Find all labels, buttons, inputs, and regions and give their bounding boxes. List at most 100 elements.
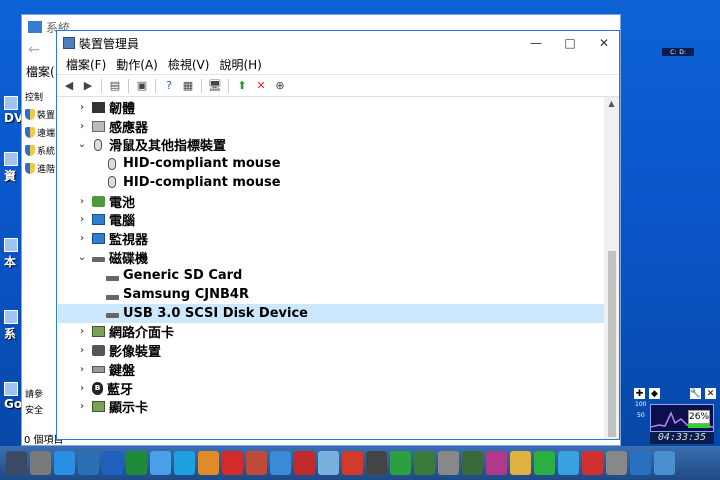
- monitor-scan-icon[interactable]: 🖥: [207, 78, 223, 94]
- settings-icon[interactable]: ◆: [649, 388, 660, 399]
- uninstall-icon[interactable]: ✕: [253, 78, 269, 94]
- device-category[interactable]: › 韌體: [58, 98, 604, 117]
- properties-icon[interactable]: ▤: [107, 78, 123, 94]
- back-arrow-icon[interactable]: ◀: [61, 78, 77, 94]
- sidebar-heading[interactable]: 控制: [22, 87, 58, 105]
- opera-icon[interactable]: [222, 451, 243, 475]
- chevron-right-icon[interactable]: ›: [76, 196, 88, 207]
- device-category[interactable]: ⌄ 滑鼠及其他指標裝置: [58, 135, 604, 154]
- music-icon[interactable]: [390, 451, 411, 475]
- desktop-icon-label: 資: [4, 169, 17, 183]
- system-monitor-gadget[interactable]: ✚ ◆ 🔧 ✕ 100 50 26% 04:33:35: [632, 388, 720, 446]
- menu-file[interactable]: 檔案(F): [61, 56, 111, 73]
- forward-arrow-icon[interactable]: ▶: [80, 78, 96, 94]
- face-icon[interactable]: [510, 451, 531, 475]
- device-category[interactable]: › 電腦: [58, 210, 604, 229]
- details-icon[interactable]: ▣: [134, 78, 150, 94]
- drive-gadget[interactable]: C: D:: [662, 48, 694, 56]
- sidebar-item[interactable]: 遠端: [22, 123, 58, 141]
- ladybug-icon[interactable]: [342, 451, 363, 475]
- wrench-icon[interactable]: 🔧: [690, 388, 701, 399]
- cat-icon[interactable]: [606, 451, 627, 475]
- excel-icon[interactable]: [126, 451, 147, 475]
- flag-icon[interactable]: [582, 451, 603, 475]
- bird-icon[interactable]: [270, 451, 291, 475]
- plus-icon[interactable]: ✚: [634, 388, 645, 399]
- close-button[interactable]: ✕: [587, 31, 621, 55]
- clock-icon[interactable]: [150, 451, 171, 475]
- sidebar-item[interactable]: 進階: [22, 159, 58, 177]
- device-category[interactable]: › 顯示卡: [58, 397, 604, 416]
- chevron-right-icon[interactable]: ›: [76, 345, 88, 356]
- line-icon[interactable]: [534, 451, 555, 475]
- qq-icon[interactable]: [174, 451, 195, 475]
- scroll-up-icon[interactable]: ▲: [604, 99, 619, 108]
- ie-icon[interactable]: [54, 451, 75, 475]
- close-gadget-icon[interactable]: ✕: [705, 388, 716, 399]
- monitor-icon[interactable]: [78, 451, 99, 475]
- news-icon[interactable]: [414, 451, 435, 475]
- device-item[interactable]: USB 3.0 SCSI Disk Device: [58, 303, 604, 323]
- device-item[interactable]: HID-compliant mouse: [58, 154, 604, 173]
- calculator-icon[interactable]: [6, 451, 27, 475]
- chevron-down-icon[interactable]: ⌄: [76, 139, 88, 150]
- menu-view[interactable]: 檢視(V): [163, 56, 215, 73]
- scroll-thumb[interactable]: [608, 251, 616, 437]
- sidebar-item[interactable]: 系統: [22, 141, 58, 159]
- mail-icon[interactable]: [654, 451, 675, 475]
- chevron-right-icon[interactable]: ›: [76, 214, 88, 225]
- device-manager-window[interactable]: 裝置管理員 — □ ✕ 檔案(F) 動作(A) 檢視(V) 說明(H) ◀ ▶ …: [56, 30, 620, 440]
- device-category[interactable]: ⌄ 磁碟機: [58, 248, 604, 267]
- update-driver-icon[interactable]: ⬆: [234, 78, 250, 94]
- desktop-icon-5[interactable]: Go: [4, 382, 22, 411]
- device-category[interactable]: › 影像裝置: [58, 341, 604, 360]
- firefox-icon[interactable]: [198, 451, 219, 475]
- monitor-icon: [92, 232, 105, 244]
- chevron-right-icon[interactable]: ›: [76, 383, 88, 394]
- desktop-icon-3[interactable]: 本: [4, 238, 18, 270]
- chevron-right-icon[interactable]: ›: [76, 121, 88, 132]
- device-category[interactable]: › 電池: [58, 192, 604, 211]
- clock-icon[interactable]: [438, 451, 459, 475]
- device-tree[interactable]: › 韌體 › 感應器 ⌄ 滑鼠及其他指標裝置 HID-compliant mouse HID-…: [58, 97, 604, 439]
- maximize-button[interactable]: □: [553, 31, 587, 55]
- teeth-icon[interactable]: [294, 451, 315, 475]
- security-link[interactable]: 安全: [25, 403, 43, 416]
- help-icon[interactable]: ?: [161, 78, 177, 94]
- menu-help[interactable]: 說明(H): [214, 56, 266, 73]
- view-icon[interactable]: ▦: [180, 78, 196, 94]
- speaker-icon[interactable]: [366, 451, 387, 475]
- play-icon[interactable]: [558, 451, 579, 475]
- minimize-button[interactable]: —: [519, 31, 553, 55]
- chevron-right-icon[interactable]: ›: [76, 401, 88, 412]
- menu-action[interactable]: 動作(A): [111, 56, 163, 73]
- desktop-icon-4[interactable]: 系: [4, 310, 18, 342]
- device-category[interactable]: › 感應器: [58, 117, 604, 136]
- back-arrow-icon[interactable]: ←: [28, 42, 40, 58]
- device-item[interactable]: HID-compliant mouse: [58, 173, 604, 192]
- device-category[interactable]: › 鍵盤: [58, 360, 604, 379]
- sidebar-item[interactable]: 裝置: [22, 105, 58, 123]
- device-category[interactable]: › ʙ 藍牙: [58, 379, 604, 398]
- disk-icon[interactable]: [486, 451, 507, 475]
- globe-icon[interactable]: [630, 451, 651, 475]
- download-icon[interactable]: ⊕: [272, 78, 288, 94]
- chevron-right-icon[interactable]: ›: [76, 326, 88, 337]
- device-item[interactable]: Samsung CJNB4R: [58, 285, 604, 304]
- desktop-icon-2[interactable]: 資: [4, 152, 18, 184]
- word-icon[interactable]: [102, 451, 123, 475]
- device-category[interactable]: › 監視器: [58, 229, 604, 248]
- device-item[interactable]: Generic SD Card: [58, 266, 604, 285]
- titlebar[interactable]: 裝置管理員 — □ ✕: [57, 31, 619, 55]
- firewall-icon[interactable]: [246, 451, 267, 475]
- book-icon[interactable]: [318, 451, 339, 475]
- chevron-down-icon[interactable]: ⌄: [76, 252, 88, 263]
- chevron-right-icon[interactable]: ›: [76, 233, 88, 244]
- chevron-right-icon[interactable]: ›: [76, 364, 88, 375]
- chevron-right-icon[interactable]: ›: [76, 102, 88, 113]
- chart-icon[interactable]: [462, 451, 483, 475]
- finder-icon[interactable]: [30, 451, 51, 475]
- vertical-scrollbar[interactable]: ▲: [604, 97, 619, 439]
- mouse-icon: [108, 176, 116, 189]
- device-category[interactable]: › 網路介面卡: [58, 322, 604, 341]
